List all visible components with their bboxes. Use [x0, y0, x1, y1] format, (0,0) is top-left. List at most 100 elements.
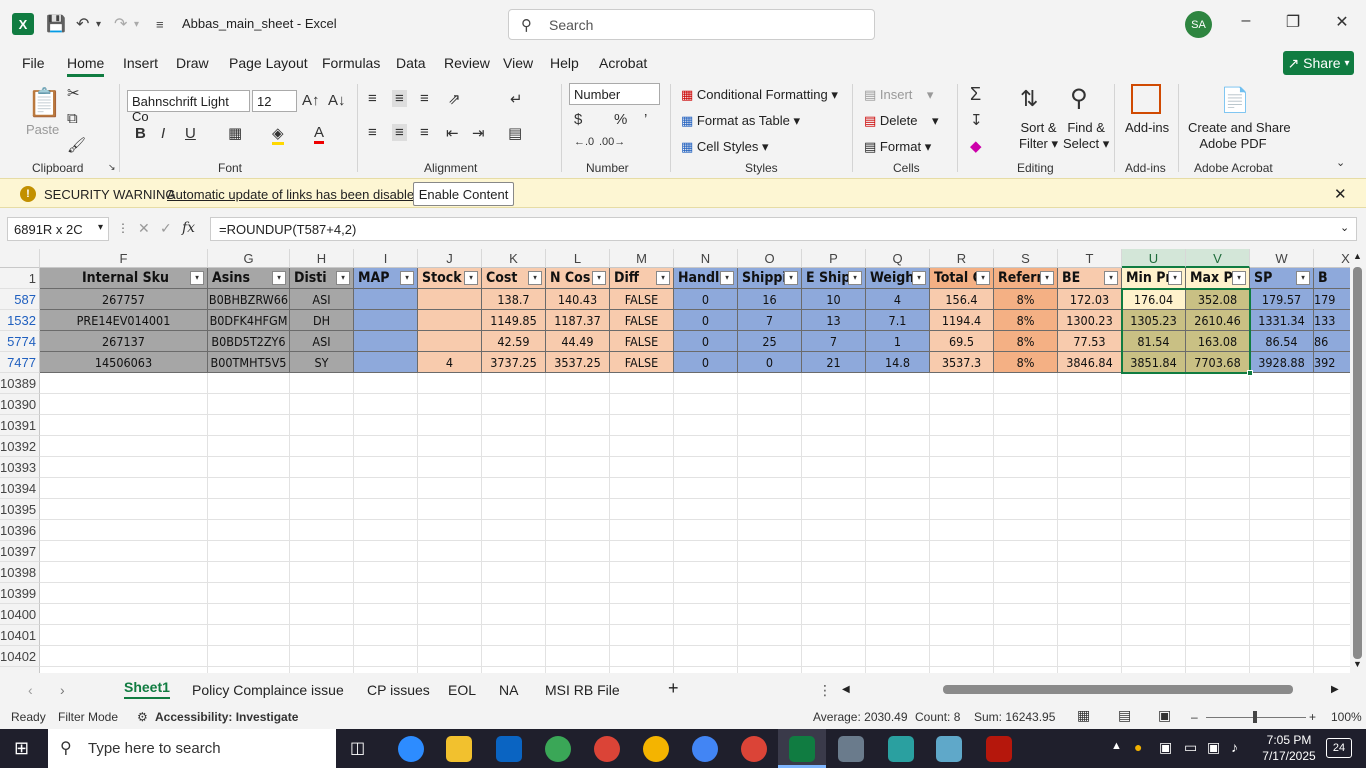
table-cell[interactable]	[418, 289, 482, 310]
calculator-icon[interactable]	[838, 736, 864, 762]
table-cell[interactable]: DH	[290, 310, 354, 331]
row-header[interactable]: 10389	[0, 373, 40, 394]
tab-data[interactable]: Data	[396, 55, 426, 71]
row-header[interactable]: 1532	[0, 310, 40, 331]
clock[interactable]: 7:05 PM 7/17/2025	[1254, 732, 1324, 764]
vertical-scrollbar[interactable]: ▲ ▼	[1350, 249, 1366, 673]
table-cell[interactable]: 69.5	[930, 331, 994, 352]
underline-icon[interactable]: U	[185, 125, 196, 142]
filter-dropdown-icon[interactable]: ▾	[912, 271, 926, 285]
windows-start-icon[interactable]: ⊞	[14, 738, 29, 759]
column-header-j[interactable]: J	[418, 249, 482, 268]
row-header[interactable]: 10394	[0, 478, 40, 499]
share-button[interactable]: ↗ Share ▾	[1283, 51, 1354, 75]
table-cell[interactable]: 42.59	[482, 331, 546, 352]
merge-center-icon[interactable]: ▤	[508, 124, 522, 142]
align-bottom-icon[interactable]: ≡	[420, 90, 429, 107]
enter-icon[interactable]: ✓	[160, 220, 172, 237]
app-icon[interactable]	[936, 736, 962, 762]
add-sheet-icon[interactable]: +	[668, 678, 679, 699]
table-cell[interactable]: ASI	[290, 331, 354, 352]
table-cell[interactable]	[354, 352, 418, 373]
table-cell[interactable]: 179	[1314, 289, 1350, 310]
tab-acrobat[interactable]: Acrobat	[599, 55, 647, 71]
table-cell[interactable]: 1187.37	[546, 310, 610, 331]
redo-dropdown-icon[interactable]: ▾	[134, 12, 139, 36]
delete-cells-button[interactable]: ▤ Delete ▾	[864, 113, 938, 129]
table-cell[interactable]: 8%	[994, 331, 1058, 352]
chevron-up-icon[interactable]: ▲	[1111, 740, 1122, 752]
table-cell[interactable]: 267137	[40, 331, 208, 352]
format-as-table-button[interactable]: ▦ Format as Table ▾	[681, 113, 800, 129]
column-header-p[interactable]: P	[802, 249, 866, 268]
table-cell[interactable]: 10	[802, 289, 866, 310]
search-box[interactable]: ⚲ Search	[508, 9, 875, 40]
column-header-h[interactable]: H	[290, 249, 354, 268]
table-cell[interactable]: 13	[802, 310, 866, 331]
tab-home[interactable]: Home	[67, 55, 105, 77]
customize-toolbar-icon[interactable]: ≡	[156, 12, 164, 36]
row-header[interactable]: 10400	[0, 604, 40, 625]
horizontal-scroll-thumb[interactable]	[943, 685, 1293, 694]
column-header-v[interactable]: V	[1186, 249, 1250, 268]
currency-icon[interactable]: $	[574, 111, 582, 128]
app-icon[interactable]	[888, 736, 914, 762]
create-pdf-icon[interactable]: 📄	[1220, 86, 1250, 115]
table-cell[interactable]: 0	[738, 352, 802, 373]
tab-review[interactable]: Review	[444, 55, 490, 71]
status-accessibility[interactable]: Accessibility: Investigate	[155, 710, 298, 724]
table-cell[interactable]	[354, 331, 418, 352]
table-cell[interactable]: 0	[674, 289, 738, 310]
filter-dropdown-icon[interactable]: ▾	[1168, 271, 1182, 285]
column-header-s[interactable]: S	[994, 249, 1058, 268]
table-cell[interactable]: 21	[802, 352, 866, 373]
table-cell[interactable]: 1331.34	[1250, 310, 1314, 331]
save-icon[interactable]: 💾	[46, 12, 66, 36]
table-cell[interactable]: 4	[418, 352, 482, 373]
table-cell[interactable]: 3928.88	[1250, 352, 1314, 373]
find-select-icon[interactable]: ⚲	[1070, 84, 1088, 113]
tab-insert[interactable]: Insert	[123, 55, 158, 71]
align-top-icon[interactable]: ≡	[368, 90, 377, 107]
row-header[interactable]: 10402	[0, 646, 40, 667]
zoom-app-icon[interactable]	[398, 736, 424, 762]
table-cell[interactable]: PRE14EV014001	[40, 310, 208, 331]
minimize-icon[interactable]: –	[1231, 12, 1261, 30]
cut-icon[interactable]: ✂	[67, 84, 80, 102]
insert-cells-button[interactable]: ▤ Insert ▾	[864, 87, 933, 103]
table-cell[interactable]: 3737.25	[482, 352, 546, 373]
table-cell[interactable]: 392	[1314, 352, 1350, 373]
column-header-u[interactable]: U	[1122, 249, 1186, 268]
volume-icon[interactable]: ♪	[1231, 739, 1238, 755]
row-header[interactable]: 5774	[0, 331, 40, 352]
more-options-icon[interactable]: ⋮	[117, 221, 129, 235]
tab-view[interactable]: View	[503, 55, 533, 71]
table-cell[interactable]: 179.57	[1250, 289, 1314, 310]
column-header-q[interactable]: Q	[866, 249, 930, 268]
filter-dropdown-icon[interactable]: ▾	[720, 271, 734, 285]
clear-icon[interactable]: ◆	[970, 137, 982, 155]
table-cell[interactable]	[418, 331, 482, 352]
zoom-out-icon[interactable]: –	[1191, 710, 1198, 724]
decrease-indent-icon[interactable]: ⇤	[446, 124, 459, 142]
filter-dropdown-icon[interactable]: ▾	[784, 271, 798, 285]
decrease-decimal-icon[interactable]: .00→	[599, 136, 625, 148]
table-cell[interactable]: 7.1	[866, 310, 930, 331]
filter-dropdown-icon[interactable]: ▾	[336, 271, 350, 285]
conditional-formatting-button[interactable]: ▦ Conditional Formatting ▾	[681, 87, 838, 103]
table-cell[interactable]: 3846.84	[1058, 352, 1122, 373]
table-cell[interactable]: 0	[674, 352, 738, 373]
insert-function-icon[interactable]: fx	[182, 220, 195, 236]
excel-taskbar-item[interactable]	[778, 729, 826, 768]
zoom-in-icon[interactable]: +	[1309, 710, 1316, 724]
tray-icon[interactable]: ●	[1134, 739, 1142, 755]
undo-dropdown-icon[interactable]: ▾	[96, 12, 101, 36]
table-cell[interactable]: 44.49	[546, 331, 610, 352]
table-cell[interactable]: B0DFK4HFGM	[208, 310, 290, 331]
row-header[interactable]: 10393	[0, 457, 40, 478]
autosum-icon[interactable]: Σ	[970, 84, 981, 105]
table-cell[interactable]	[418, 310, 482, 331]
decrease-font-icon[interactable]: A↓	[328, 92, 346, 109]
row-header[interactable]: 10398	[0, 562, 40, 583]
table-cell[interactable]: 3537.25	[546, 352, 610, 373]
